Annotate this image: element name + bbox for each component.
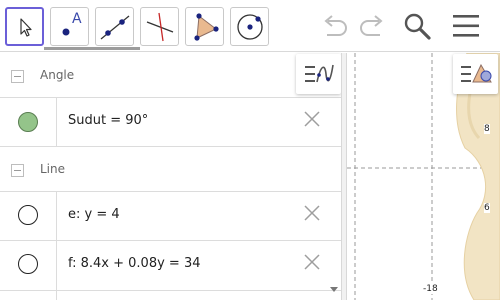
redo-button[interactable]	[355, 10, 389, 42]
close-icon[interactable]	[303, 204, 321, 222]
visibility-toggle[interactable]	[18, 112, 38, 132]
graphics-style-icon	[460, 63, 492, 83]
undo-icon	[324, 15, 347, 36]
algebra-row-line-e[interactable]: e: y = 4	[0, 192, 341, 241]
menu-icon	[453, 15, 479, 37]
undo-button[interactable]	[318, 10, 352, 42]
marble-cell	[0, 241, 57, 290]
toolbar: A	[0, 0, 500, 52]
y-tick-label: 8	[484, 124, 490, 134]
collapse-toggle[interactable]	[11, 70, 24, 83]
search-icon	[404, 13, 431, 40]
polygon-icon	[193, 12, 219, 41]
redo-icon	[360, 15, 383, 36]
visibility-toggle[interactable]	[18, 205, 38, 225]
point-tool-button[interactable]: A	[50, 7, 89, 46]
line-through-points-icon	[100, 14, 129, 40]
y-tick-label: 6	[484, 203, 490, 213]
marble-cell	[0, 192, 57, 240]
algebra-style-button[interactable]	[296, 54, 341, 94]
tool-group-underline	[44, 47, 140, 50]
marble-cell	[0, 291, 57, 300]
polygon-tool-button[interactable]	[185, 7, 224, 46]
algebra-item-text[interactable]: Sudut = 90°	[68, 113, 148, 128]
algebra-view: Angle Sudut = 90° Line e: y = 4 f: 8.4x …	[0, 53, 341, 300]
visibility-toggle[interactable]	[18, 254, 38, 274]
scroll-down-arrow-icon[interactable]	[329, 284, 339, 294]
cursor-arrow-icon	[19, 17, 32, 37]
collapse-toggle[interactable]	[11, 164, 24, 177]
close-icon[interactable]	[303, 253, 321, 271]
line-tool-button[interactable]	[95, 7, 134, 46]
x-tick-label: -18	[423, 284, 438, 294]
algebra-row-line-f[interactable]: f: 8.4x + 0.08y = 34	[0, 241, 341, 291]
marble-cell	[0, 98, 57, 146]
algebra-item-text[interactable]: f: 8.4x + 0.08y = 34	[68, 256, 201, 271]
group-header-angle[interactable]: Angle	[0, 53, 341, 98]
algebra-item-text[interactable]: e: y = 4	[68, 207, 120, 222]
circle-center-point-icon	[236, 13, 263, 40]
group-header-line[interactable]: Line	[0, 147, 341, 192]
group-label-line: Line	[40, 162, 66, 176]
main-menu-button[interactable]	[449, 10, 483, 42]
close-icon[interactable]	[303, 110, 321, 128]
perpendicular-line-icon	[146, 12, 173, 41]
search-button[interactable]	[400, 10, 434, 42]
algebra-style-icon	[304, 64, 334, 83]
algebra-row-angle[interactable]: Sudut = 90°	[0, 98, 341, 147]
point-tool-label: A	[72, 11, 82, 27]
circle-tool-button[interactable]	[230, 7, 269, 46]
perpendicular-tool-button[interactable]	[140, 7, 179, 46]
algebra-row-empty[interactable]	[0, 291, 341, 300]
move-tool-button[interactable]	[5, 7, 44, 46]
group-label-angle: Angle	[40, 68, 75, 82]
graphics-style-button[interactable]	[453, 54, 498, 94]
